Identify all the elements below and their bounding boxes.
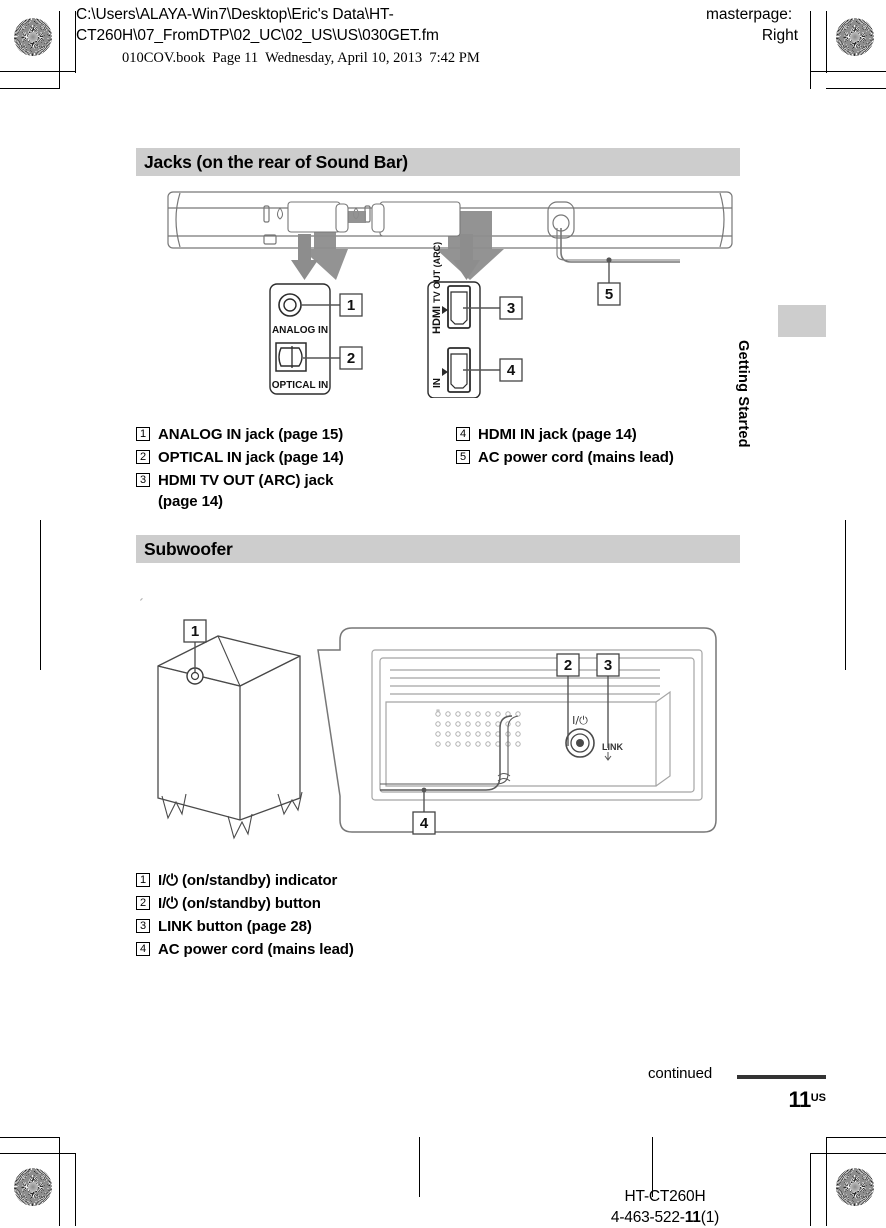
legend-text: OPTICAL IN jack (page 14) [158, 449, 344, 466]
legend-text: HDMI TV OUT (ARC) jack (page 14) [158, 470, 426, 512]
label-power-standby: I/⏻ [572, 714, 588, 727]
part-number-suffix: (1) [700, 1209, 720, 1226]
label-optical-in: OPTICAL IN [272, 380, 328, 391]
list-item: 4 HDMI IN jack (page 14) [456, 424, 746, 445]
page-number-value: 11 [788, 1087, 811, 1112]
continued-label: continued [648, 1065, 713, 1082]
callout-1: 1 [191, 623, 199, 640]
label-link: LINK [602, 742, 623, 752]
callout-number: 1 [136, 427, 150, 441]
list-item: 4 AC power cord (mains lead) [136, 939, 516, 960]
list-item: 5 AC power cord (mains lead) [456, 447, 746, 468]
legend-text-line-2: (page 14) [158, 493, 223, 510]
label-hdmi-tv-out-arc: HDMI TV OUT (ARC) [431, 242, 443, 334]
legend-jacks-column-a: 1 ANALOG IN jack (page 15) 2 OPTICAL IN … [136, 424, 426, 514]
list-item: 1 ANALOG IN jack (page 15) [136, 424, 426, 445]
list-item: 1 I/⏻ (on/standby) indicator [136, 870, 516, 891]
callout-4: 4 [420, 815, 429, 832]
list-item: 3 LINK button (page 28) [136, 916, 516, 937]
callout-number: 3 [136, 473, 150, 487]
power-standby-icon: ⏻ [166, 871, 178, 889]
legend-jacks-column-b: 4 HDMI IN jack (page 14) 5 AC power cord… [456, 424, 746, 470]
legend-text: I/⏻ (on/standby) indicator [158, 870, 516, 891]
power-prefix: I/ [158, 895, 167, 912]
callout-4: 4 [507, 362, 516, 379]
legend-text: AC power cord (mains lead) [158, 941, 354, 958]
legend-text-line-1: HDMI TV OUT (ARC) jack [158, 472, 334, 489]
section-heading-subwoofer: Subwoofer [136, 535, 740, 563]
legend-text: HDMI IN jack (page 14) [478, 426, 637, 443]
part-number-prefix: 4-463-522- [610, 1209, 685, 1226]
callout-5-anchor [606, 257, 612, 263]
chapter-tab-block [778, 305, 826, 337]
callout-4-anchor [421, 787, 427, 793]
legend-text: I/⏻ (on/standby) button [158, 893, 516, 914]
callout-2: 2 [564, 657, 572, 674]
page-number-region: US [810, 1092, 826, 1104]
figure-sound-bar-rear-panel: ANALOG IN OPTICAL IN HDMI TV OUT (ARC) I… [160, 188, 740, 403]
label-analog-in: ANALOG IN [272, 325, 328, 336]
figure-subwoofer: I/⏻ LINK 1 2 3 4 [137, 595, 740, 853]
callout-2: 2 [347, 350, 355, 367]
callout-number: 4 [456, 427, 470, 441]
legend-text: AC power cord (mains lead) [478, 449, 674, 466]
legend-text: LINK button (page 28) [158, 918, 312, 935]
legend-text: ANALOG IN jack (page 15) [158, 426, 344, 443]
callout-3: 3 [604, 657, 612, 674]
list-item: 3 HDMI TV OUT (ARC) jack (page 14) [136, 470, 426, 512]
page-number: 11US [700, 1087, 826, 1113]
callout-number: 2 [136, 896, 150, 910]
label-in: IN [432, 378, 443, 388]
callout-3: 3 [507, 300, 515, 317]
legend-subwoofer: 1 I/⏻ (on/standby) indicator 2 I/⏻ (on/s… [136, 870, 516, 962]
page-content: Getting Started Jacks (on the rear of So… [0, 0, 886, 1226]
callout-5: 5 [605, 286, 613, 303]
power-prefix: I/ [158, 872, 167, 889]
legend-text-rest: (on/standby) button [177, 895, 321, 912]
legend-text-rest: (on/standby) indicator [177, 872, 338, 889]
list-item: 2 OPTICAL IN jack (page 14) [136, 447, 426, 468]
model-name: HT-CT260H [624, 1188, 706, 1205]
callout-number: 2 [136, 450, 150, 464]
part-number-page: 11 [684, 1209, 701, 1226]
list-item: 2 I/⏻ (on/standby) button [136, 893, 516, 914]
callout-number: 3 [136, 919, 150, 933]
continued-rule [737, 1075, 826, 1079]
callout-number: 1 [136, 873, 150, 887]
power-standby-icon: ⏻ [166, 894, 178, 912]
colophon: HT-CT260H 4-463-522-11(1) [560, 1186, 770, 1228]
part-number: 4-463-522-11(1) [560, 1207, 770, 1228]
callout-1: 1 [347, 297, 355, 314]
section-heading-jacks: Jacks (on the rear of Sound Bar) [136, 148, 740, 176]
callout-number: 4 [136, 942, 150, 956]
callout-number: 5 [456, 450, 470, 464]
